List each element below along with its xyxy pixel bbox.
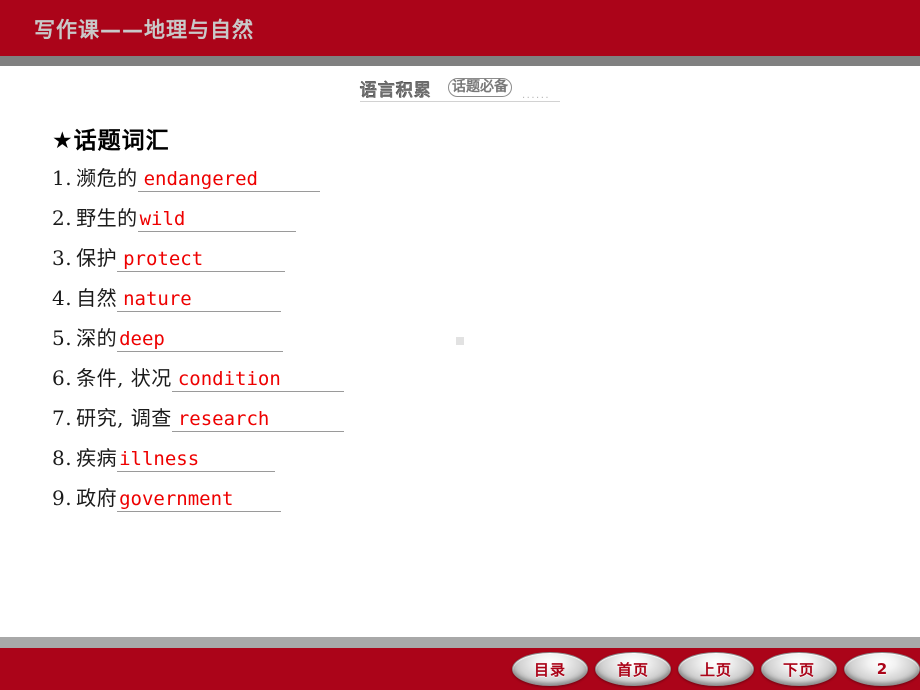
section-banner-subtitle: 话题必备	[448, 78, 512, 97]
vocab-answer: nature	[123, 288, 192, 310]
nav-button-first-page-label: 首页	[616, 660, 649, 679]
vocab-number: 9.	[52, 486, 73, 510]
page-number-badge: 2	[844, 652, 920, 686]
vocab-answer: condition	[177, 368, 281, 390]
vocab-answer-blank: endangered	[137, 168, 320, 192]
nav-button-contents[interactable]: 目录	[512, 652, 588, 686]
nav-button-next-page[interactable]: 下页	[761, 652, 837, 686]
list-item: 9. 政府 government	[52, 482, 812, 522]
vocab-number: 7.	[52, 406, 73, 430]
content-area: ★话题词汇 1. 濒危的 endangered 2. 野生的 wild 3. 保…	[52, 126, 812, 522]
vocab-prompt: 条件, 状况	[76, 366, 172, 390]
vocab-section-heading: ★话题词汇	[52, 128, 170, 154]
vocab-prompt: 研究, 调查	[76, 406, 172, 430]
vocab-answer-blank: illness	[117, 448, 276, 472]
vocab-answer-blank: deep	[117, 328, 284, 352]
vocab-number: 5.	[52, 326, 73, 350]
nav-button-next-page-label: 下页	[782, 660, 815, 679]
vocab-prompt: 自然	[76, 286, 118, 310]
list-item: 7. 研究, 调查 research	[52, 402, 812, 442]
slide: 写作课——地理与自然 语言积累 话题必备 ...... ★话题词汇 1. 濒危的…	[0, 0, 920, 690]
list-item: 8. 疾病 illness	[52, 442, 812, 482]
vocab-number: 2.	[52, 206, 73, 230]
footer-divider	[0, 637, 920, 648]
footer-navigation: 目录 首页 上页 下页 2	[512, 652, 920, 686]
nav-button-contents-label: 目录	[533, 660, 566, 679]
nav-button-first-page[interactable]: 首页	[595, 652, 671, 686]
nav-button-previous-page[interactable]: 上页	[678, 652, 754, 686]
vocab-answer-blank: nature	[117, 288, 282, 312]
vocab-number: 3.	[52, 246, 73, 270]
page-title: 写作课——地理与自然	[34, 18, 254, 42]
vocab-prompt: 疾病	[76, 446, 118, 470]
vocab-answer-blank: wild	[137, 208, 296, 232]
vocab-answer-blank: condition	[171, 368, 344, 392]
vocab-answer-blank: government	[117, 488, 282, 512]
list-item: 5. 深的 deep	[52, 322, 812, 362]
vocab-prompt: 野生的	[76, 206, 138, 230]
list-item: 2. 野生的 wild	[52, 202, 812, 242]
vocab-number: 8.	[52, 446, 73, 470]
vocab-number: 1.	[52, 166, 73, 190]
vocab-answer-blank: protect	[117, 248, 286, 272]
vocab-answer: deep	[119, 328, 165, 350]
vocab-prompt: 濒危的	[76, 166, 138, 190]
list-item: 4. 自然 nature	[52, 282, 812, 322]
list-item: 1. 濒危的 endangered	[52, 162, 812, 202]
section-banner-rule	[360, 101, 560, 102]
vocab-answer: government	[119, 488, 234, 510]
list-item: 6. 条件, 状况 condition	[52, 362, 812, 402]
vocab-list: 1. 濒危的 endangered 2. 野生的 wild 3. 保护 prot…	[52, 162, 812, 522]
nav-button-previous-page-label: 上页	[699, 660, 732, 679]
page-number-label: 2	[876, 660, 888, 678]
vocab-answer: research	[177, 408, 270, 430]
vocab-answer: protect	[123, 248, 204, 270]
vocab-number: 6.	[52, 366, 73, 390]
section-banner-dots: ......	[522, 90, 551, 101]
list-item: 3. 保护 protect	[52, 242, 812, 282]
section-banner-title: 语言积累	[360, 81, 432, 101]
vocab-answer: endangered	[143, 168, 258, 190]
vocab-answer-blank: research	[171, 408, 344, 432]
vocab-prompt: 深的	[76, 326, 118, 350]
vocab-number: 4.	[52, 286, 73, 310]
vocab-prompt: 政府	[76, 486, 118, 510]
stray-square-artifact	[456, 337, 464, 345]
header-divider	[0, 56, 920, 66]
vocab-prompt: 保护	[76, 246, 118, 270]
vocab-answer: wild	[139, 208, 186, 230]
vocab-answer: illness	[119, 448, 200, 470]
